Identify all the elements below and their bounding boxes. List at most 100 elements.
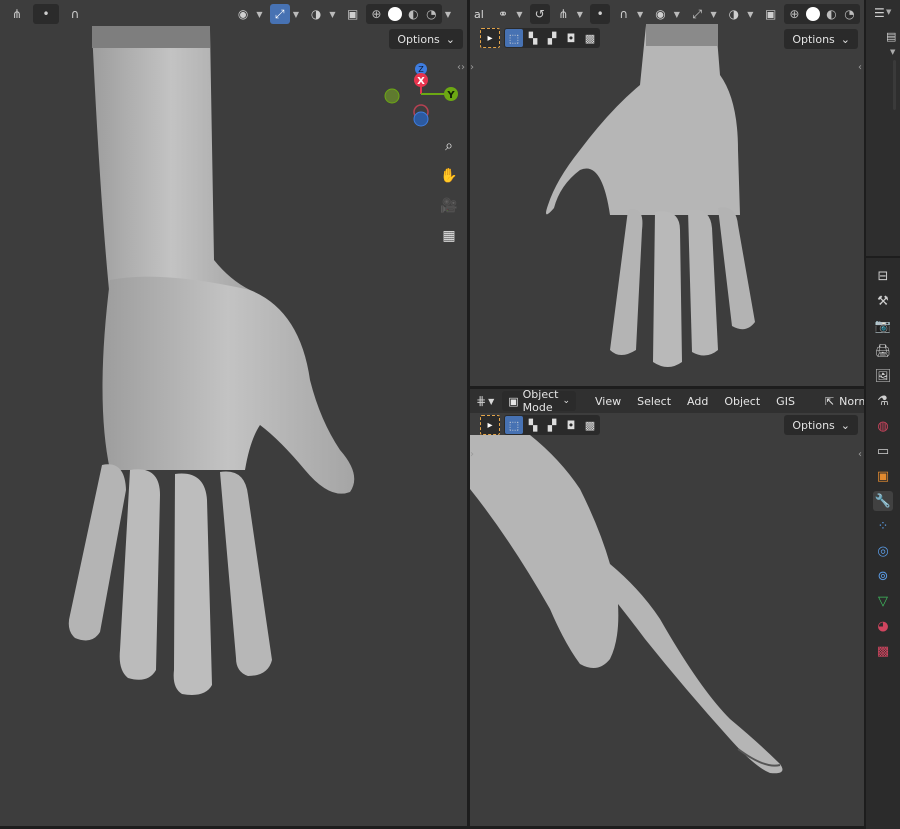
z-axis-label: Z bbox=[418, 65, 424, 74]
options-dropdown[interactable]: Options ⌄ bbox=[389, 29, 463, 49]
overlay-icon[interactable]: ◑ bbox=[306, 4, 326, 24]
select-intersect-icon[interactable]: ▩ bbox=[581, 29, 599, 47]
gizmo-icon[interactable]: ⤢ bbox=[269, 4, 290, 24]
options-dropdown[interactable]: Options ⌄ bbox=[784, 415, 858, 435]
select-new-icon[interactable]: ⬚ bbox=[505, 416, 523, 434]
navigation-tools: ⌕ ✋ 🎥 ▦ bbox=[437, 134, 461, 248]
filter-icon[interactable]: ▤ bbox=[886, 30, 896, 43]
chevron-down-icon[interactable]: ▼ bbox=[710, 10, 716, 19]
wireframe-shading-icon[interactable]: ⊕ bbox=[786, 6, 803, 23]
object-tab-icon[interactable]: ▣ bbox=[873, 466, 893, 486]
chevron-down-icon[interactable]: ▼ bbox=[293, 10, 299, 19]
tool-tab-icon[interactable]: ⚒ bbox=[873, 291, 893, 311]
outliner-editor-icon[interactable]: ☰ bbox=[874, 6, 885, 20]
material-shading-icon[interactable]: ◐ bbox=[823, 6, 840, 23]
material-shading-icon[interactable]: ◐ bbox=[405, 6, 422, 23]
visibility-icon[interactable]: ◉ bbox=[233, 4, 253, 24]
render-tab-icon[interactable]: 📷 bbox=[873, 316, 893, 336]
select-intersect-icon[interactable]: ▩ bbox=[581, 416, 599, 434]
link-icon[interactable]: ⚭ bbox=[493, 4, 514, 24]
select-new-icon[interactable]: ⬚ bbox=[505, 29, 523, 47]
select-invert-icon[interactable]: ◘ bbox=[562, 29, 580, 47]
chevron-down-icon[interactable]: ▼ bbox=[329, 10, 335, 19]
xray-icon[interactable]: ▣ bbox=[343, 4, 363, 24]
texture-tab-icon[interactable]: ▩ bbox=[873, 641, 893, 661]
navigation-gizmo[interactable]: Z X Y bbox=[380, 60, 460, 130]
visibility-icon[interactable]: ◉ bbox=[650, 4, 671, 24]
transform-pivot-icon[interactable]: ⋔ bbox=[553, 4, 574, 24]
chevron-down-icon[interactable]: ▼ bbox=[488, 397, 494, 406]
chevron-down-icon[interactable]: ▼ bbox=[747, 10, 753, 19]
sidebar-toggle-icon[interactable]: ‹› bbox=[457, 62, 465, 73]
proportional-edit-icon[interactable]: ∩ bbox=[613, 4, 634, 24]
output-tab-icon[interactable]: 🖨 bbox=[873, 341, 893, 361]
viewport-menu-bar: ⋕ ▼ ▣ Object Mode ⌄ View Select Add Obje… bbox=[470, 389, 864, 414]
lasso-icon[interactable]: ↺ bbox=[529, 4, 551, 24]
viewport-bottom-right[interactable]: ⋕ ▼ ▣ Object Mode ⌄ View Select Add Obje… bbox=[470, 389, 864, 826]
properties-editor-icon[interactable]: ⊟ bbox=[873, 266, 893, 286]
chevron-down-icon[interactable]: ▼ bbox=[256, 10, 262, 19]
sidebar-toggle-icon[interactable]: › bbox=[470, 62, 474, 73]
rendered-shading-icon[interactable]: ◔ bbox=[423, 6, 440, 23]
menu-object[interactable]: Object bbox=[717, 395, 767, 408]
zoom-icon[interactable]: ⌕ bbox=[437, 134, 461, 158]
chevron-down-icon[interactable]: ▼ bbox=[674, 10, 680, 19]
chevron-down-icon[interactable]: ▼ bbox=[886, 8, 891, 16]
menu-view[interactable]: View bbox=[588, 395, 628, 408]
camera-icon[interactable]: 🎥 bbox=[437, 194, 461, 218]
select-invert-icon[interactable]: ◘ bbox=[562, 416, 580, 434]
options-dropdown[interactable]: Options ⌄ bbox=[784, 29, 858, 49]
particles-tab-icon[interactable]: ⁘ bbox=[873, 516, 893, 536]
constraints-tab-icon[interactable]: ⊚ bbox=[873, 566, 893, 586]
object-mode-dropdown[interactable]: ▣ Object Mode ⌄ bbox=[502, 389, 576, 414]
sidebar-toggle-icon[interactable]: ‹ bbox=[858, 62, 862, 73]
overlay-icon[interactable]: ◑ bbox=[724, 4, 745, 24]
snap-icon[interactable]: • bbox=[33, 4, 59, 24]
sidebar-toggle-icon[interactable]: › bbox=[470, 449, 474, 460]
wireframe-shading-icon[interactable]: ⊕ bbox=[368, 6, 385, 23]
gizmo-icon[interactable]: ⤢ bbox=[687, 4, 708, 24]
physics-tab-icon[interactable]: ◎ bbox=[873, 541, 893, 561]
select-extend-icon[interactable]: ▚ bbox=[524, 29, 542, 47]
outliner-scrollbar[interactable] bbox=[893, 60, 896, 110]
transform-pivot-icon[interactable]: ⋔ bbox=[4, 4, 30, 24]
menu-select[interactable]: Select bbox=[630, 395, 678, 408]
grid-icon[interactable]: ▦ bbox=[437, 224, 461, 248]
select-subtract-icon[interactable]: ▞ bbox=[543, 416, 561, 434]
modifier-tab-icon[interactable]: 🔧 bbox=[873, 491, 893, 511]
chevron-down-icon[interactable]: ▼ bbox=[516, 10, 522, 19]
viewport-left[interactable]: ⋔ • ∩ ◉ ▼ ⤢ ▼ ◑ ▼ ▣ ⊕ ◐ ◔ ▼ Options ⌄ Z X Y bbox=[0, 0, 467, 826]
snap-icon[interactable]: • bbox=[589, 4, 611, 24]
hand-mesh-top-right[interactable] bbox=[470, 0, 864, 386]
scene-tab-icon[interactable]: ⚗ bbox=[873, 391, 893, 411]
material-tab-icon[interactable]: ◕ bbox=[873, 616, 893, 636]
chevron-down-icon[interactable]: ▼ bbox=[577, 10, 583, 19]
transform-orientation-dropdown[interactable]: ⇱ Norm bbox=[818, 395, 864, 408]
viewport-top-right[interactable]: al ⚭ ▼ ↺ ⋔ ▼ • ∩ ▼ ◉ ▼ ⤢ ▼ ◑ ▼ ▣ ⊕ ◐ ◔ ▸ ⬚ ▚ ▞… bbox=[470, 0, 864, 386]
orientation-icon: ⇱ bbox=[824, 394, 835, 408]
proportional-edit-icon[interactable]: ∩ bbox=[62, 4, 88, 24]
hand-mesh-bottom-right[interactable] bbox=[470, 389, 864, 826]
select-tool-icon[interactable]: ▸ bbox=[480, 28, 500, 48]
data-tab-icon[interactable]: ▽ bbox=[873, 591, 893, 611]
sidebar-toggle-icon[interactable]: ‹ bbox=[858, 449, 862, 460]
view-layer-tab-icon[interactable]: 🖼 bbox=[873, 366, 893, 386]
pan-hand-icon[interactable]: ✋ bbox=[437, 164, 461, 188]
xray-icon[interactable]: ▣ bbox=[760, 4, 781, 24]
transform-orientation-label: Norm bbox=[839, 394, 864, 408]
menu-add[interactable]: Add bbox=[680, 395, 715, 408]
world-tab-icon[interactable]: ◍ bbox=[873, 416, 893, 436]
select-subtract-icon[interactable]: ▞ bbox=[543, 29, 561, 47]
rendered-shading-icon[interactable]: ◔ bbox=[841, 6, 858, 23]
chevron-down-icon: ⌄ bbox=[840, 32, 850, 46]
select-extend-icon[interactable]: ▚ bbox=[524, 416, 542, 434]
chevron-down-icon[interactable]: ▼ bbox=[445, 10, 451, 19]
solid-shading-icon[interactable] bbox=[387, 7, 402, 21]
select-tool-icon[interactable]: ▸ bbox=[480, 415, 500, 435]
editor-type-icon[interactable]: ⋕ bbox=[476, 394, 486, 408]
menu-gis[interactable]: GIS bbox=[769, 395, 802, 408]
collection-tab-icon[interactable]: ▭ bbox=[873, 441, 893, 461]
solid-shading-icon[interactable] bbox=[805, 7, 820, 21]
chevron-down-icon[interactable]: ▼ bbox=[890, 48, 895, 56]
chevron-down-icon[interactable]: ▼ bbox=[637, 10, 643, 19]
